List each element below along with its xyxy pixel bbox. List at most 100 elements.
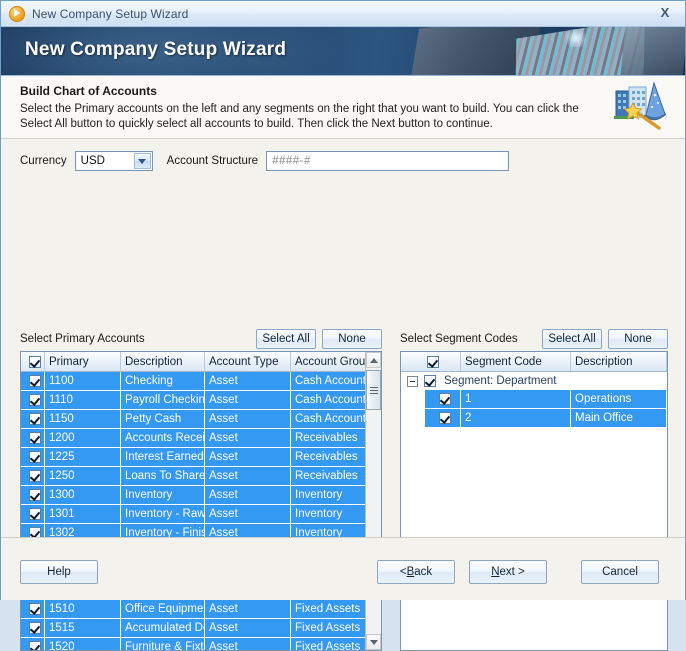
table-row[interactable]: 1520Furniture & FixturesAssetFixed Asset…: [21, 638, 365, 650]
tree-indent: [401, 390, 425, 408]
play-circle-icon: [9, 5, 25, 22]
cell-description: Accumulated Depreciation: [121, 619, 205, 637]
row-checkbox[interactable]: [438, 393, 451, 405]
cell-account-type: Asset: [205, 467, 291, 485]
header-checkbox[interactable]: [28, 355, 41, 368]
collapse-toggle-icon[interactable]: [407, 375, 418, 387]
table-row[interactable]: 1510 Office Equipment Asset Fixed Assets: [21, 600, 365, 619]
cell-segment-code: 2: [461, 409, 571, 427]
row-checkbox-cell[interactable]: [425, 409, 461, 427]
segment-panel-header: Select Segment Codes Select All None: [400, 329, 668, 349]
row-checkbox[interactable]: [28, 470, 41, 482]
column-header-account-type[interactable]: Account Type: [205, 352, 291, 371]
cell-primary: 1225: [45, 448, 121, 466]
account-structure-label: Account Structure: [166, 155, 259, 167]
wizard-window: New Company Setup Wizard X New Company S…: [0, 0, 686, 651]
row-checkbox-cell[interactable]: [21, 505, 45, 523]
row-checkbox[interactable]: [28, 394, 41, 406]
wizard-hat-building-icon: [614, 81, 667, 130]
row-checkbox[interactable]: [28, 603, 41, 615]
segment-header-select-all-checkbox-cell[interactable]: [401, 352, 461, 371]
next-button[interactable]: Next >: [469, 560, 547, 584]
primary-none-button[interactable]: None: [322, 329, 382, 349]
table-row[interactable]: 1301 Inventory - Raw Asset Inventory: [21, 505, 365, 524]
chevron-down-icon[interactable]: [133, 153, 151, 169]
cell-account-type: Asset: [205, 448, 291, 466]
page-header: Build Chart of Accounts Select the Prima…: [1, 76, 685, 139]
cancel-button[interactable]: Cancel: [581, 560, 659, 584]
cell-account-type: Asset: [205, 429, 291, 447]
row-checkbox-cell[interactable]: [21, 448, 45, 466]
scrollbar-thumb[interactable]: [366, 370, 381, 410]
row-checkbox[interactable]: [28, 413, 41, 425]
row-checkbox-cell[interactable]: [21, 467, 45, 485]
wizard-banner: New Company Setup Wizard: [1, 27, 685, 76]
row-checkbox[interactable]: [28, 508, 41, 520]
row-checkbox-cell[interactable]: [21, 486, 45, 504]
row-checkbox[interactable]: [28, 375, 41, 387]
segment-group-checkbox[interactable]: [424, 375, 436, 387]
row-checkbox-cell[interactable]: [21, 619, 45, 637]
row-checkbox-cell[interactable]: [21, 600, 45, 618]
currency-select[interactable]: USD: [74, 151, 153, 171]
row-checkbox[interactable]: [28, 451, 41, 463]
segment-codes-grid: Segment Code Description Segment: Depart…: [400, 351, 668, 651]
cell-description: Checking: [121, 372, 205, 390]
cell-description: Inventory - Raw: [121, 505, 205, 523]
header-checkbox[interactable]: [426, 355, 439, 368]
table-row[interactable]: 1515Accumulated DepreciationAssetFixed A…: [21, 619, 365, 638]
row-checkbox-cell[interactable]: [21, 429, 45, 447]
cell-description: Petty Cash: [121, 410, 205, 428]
segment-group-label: Segment: Department: [444, 375, 557, 387]
row-checkbox[interactable]: [28, 641, 41, 650]
table-row[interactable]: 1100 Checking Asset Cash Accounts: [21, 372, 372, 391]
cell-description: Payroll Checking: [121, 391, 205, 409]
scroll-up-icon[interactable]: [366, 352, 381, 368]
column-header-segment-description[interactable]: Description: [571, 352, 667, 371]
table-row[interactable]: 2 Main Office: [401, 409, 667, 428]
cell-primary: 1510: [45, 600, 121, 618]
table-row[interactable]: 1250Loans To ShareholdersAssetReceivable…: [21, 467, 365, 486]
row-checkbox-cell[interactable]: [21, 372, 45, 390]
cell-primary: 1515: [45, 619, 121, 637]
account-structure-input[interactable]: ####-#: [266, 151, 510, 171]
table-row[interactable]: 1110 Payroll Checking Asset Cash Accounts: [21, 391, 372, 410]
row-checkbox[interactable]: [438, 412, 451, 424]
scroll-down-icon[interactable]: [366, 634, 381, 650]
close-icon[interactable]: X: [655, 4, 675, 22]
cell-account-type: Asset: [205, 600, 291, 618]
row-checkbox[interactable]: [28, 622, 41, 634]
primary-panel-label: Select Primary Accounts: [20, 333, 145, 345]
column-header-segment-code[interactable]: Segment Code: [461, 352, 571, 371]
row-checkbox[interactable]: [28, 432, 41, 444]
row-checkbox-cell[interactable]: [425, 390, 461, 408]
segment-group-row[interactable]: Segment: Department: [401, 372, 667, 390]
content-area: Currency USD Account Structure ####-# Se…: [1, 139, 685, 651]
table-row[interactable]: 1150 Petty Cash Asset Cash Accounts: [21, 410, 372, 429]
back-button[interactable]: < Back: [377, 560, 455, 584]
cell-primary: 1200: [45, 429, 121, 447]
primary-select-all-button[interactable]: Select All: [256, 329, 316, 349]
segment-none-button[interactable]: None: [608, 329, 668, 349]
row-checkbox-cell[interactable]: [21, 410, 45, 428]
banner-building-c: [620, 27, 685, 75]
window-title: New Company Setup Wizard: [32, 6, 189, 21]
cell-account-type: Asset: [205, 410, 291, 428]
table-row[interactable]: 1 Operations: [401, 390, 667, 409]
row-checkbox-cell[interactable]: [21, 391, 45, 409]
help-button[interactable]: Help: [20, 560, 98, 584]
segment-select-all-button[interactable]: Select All: [542, 329, 602, 349]
table-row[interactable]: 1225 Interest Earned Asset Receivables: [21, 448, 365, 467]
table-row[interactable]: 1200Accounts ReceivableAssetReceivables: [21, 429, 365, 448]
primary-header-select-all-checkbox-cell[interactable]: [21, 352, 45, 371]
primary-grid-scrollbar[interactable]: [365, 352, 381, 650]
cell-account-type: Asset: [205, 372, 291, 390]
banner-sky-glint: [563, 29, 589, 47]
row-checkbox[interactable]: [28, 489, 41, 501]
column-header-description[interactable]: Description: [121, 352, 205, 371]
cell-primary: 1301: [45, 505, 121, 523]
table-row[interactable]: 1300 Inventory Asset Inventory: [21, 486, 365, 505]
row-checkbox-cell[interactable]: [21, 638, 45, 650]
banner-title: New Company Setup Wizard: [25, 39, 287, 60]
column-header-primary[interactable]: Primary: [45, 352, 121, 371]
